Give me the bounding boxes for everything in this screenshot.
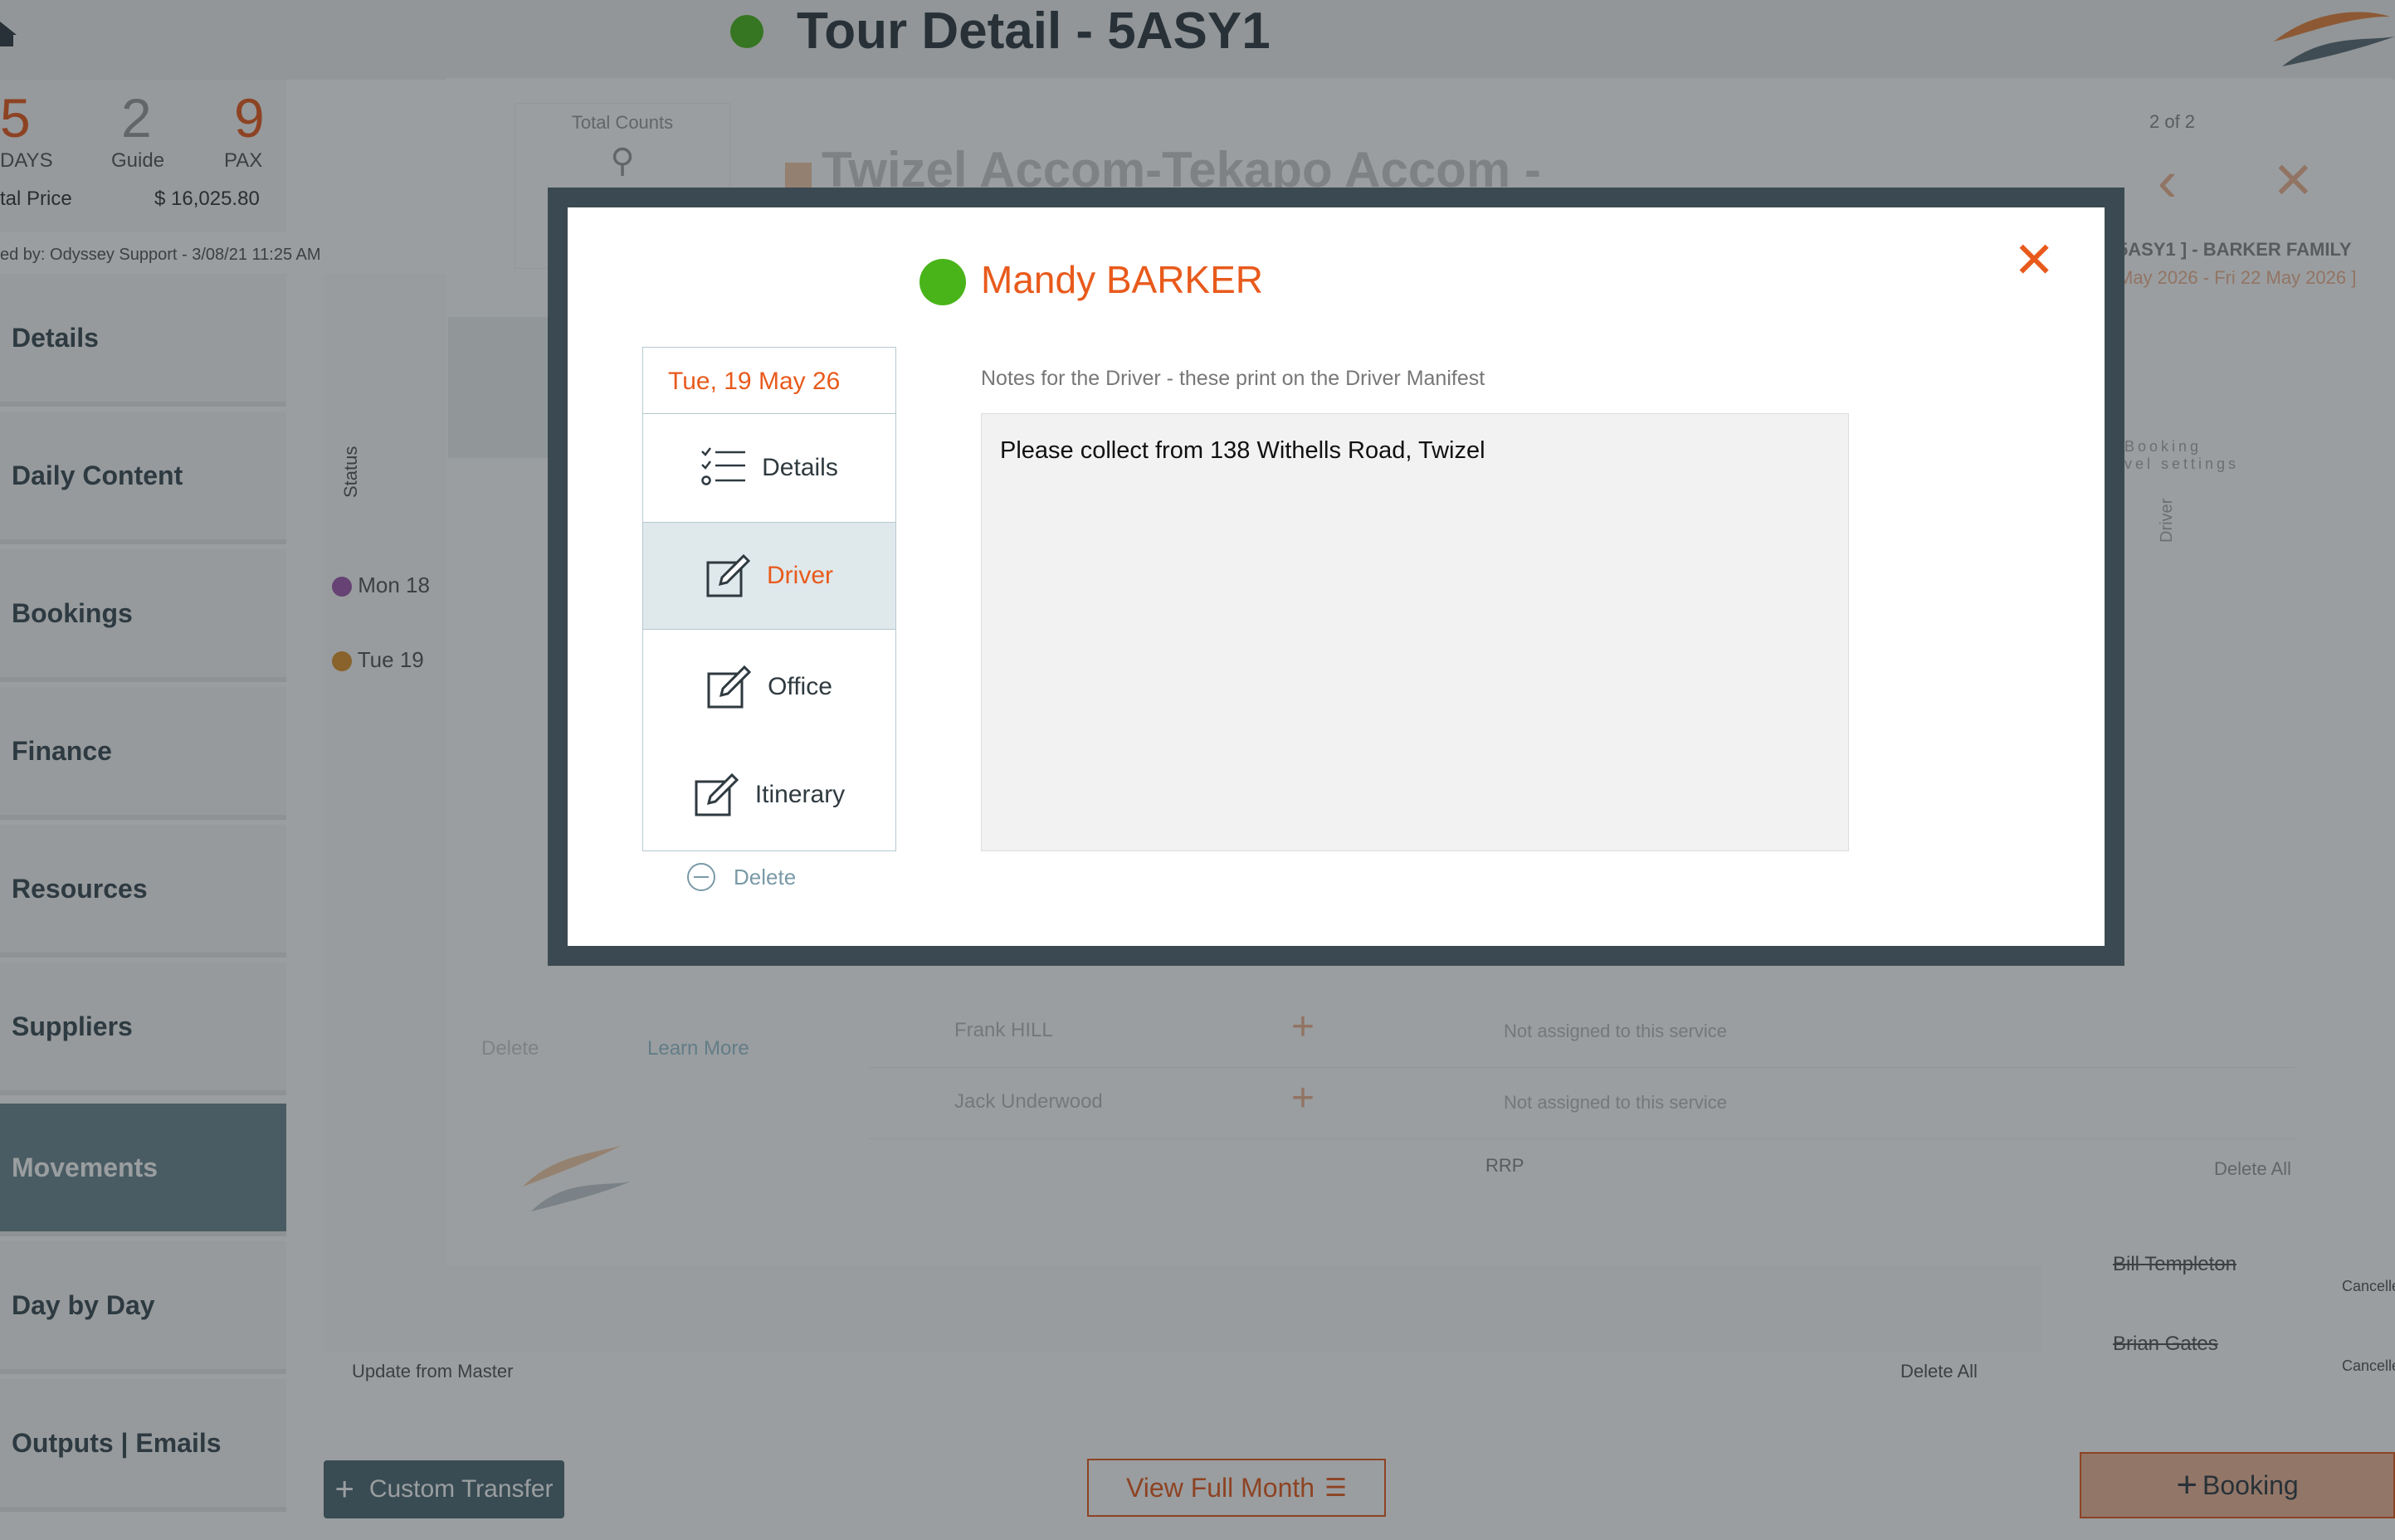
delete-label: Delete [734, 864, 797, 889]
delete-button[interactable]: Delete [685, 861, 796, 893]
driver-notes-textarea[interactable]: Please collect from 138 Withells Road, T… [981, 413, 1849, 851]
edit-icon [706, 553, 751, 597]
tab-driver[interactable]: Driver [643, 522, 895, 630]
tab-itinerary[interactable]: Itinerary [643, 741, 895, 849]
tab-office[interactable]: Office [643, 633, 895, 741]
checklist-icon [701, 447, 746, 485]
tab-label: Driver [767, 562, 833, 589]
tab-label: Details [762, 454, 838, 481]
person-name: Mandy BARKER [981, 258, 1264, 301]
edit-icon [695, 772, 739, 816]
notes-label: Notes for the Driver - these print on th… [981, 367, 1485, 390]
edit-icon [707, 665, 752, 709]
service-date: Tue, 19 May 26 [643, 348, 895, 414]
person-status-dot [919, 259, 966, 305]
tab-details[interactable]: Details [643, 414, 895, 522]
tab-label: Itinerary [754, 781, 846, 808]
minus-circle-icon [687, 863, 715, 891]
notes-side-nav: Tue, 19 May 26 Details Driver Office Iti… [642, 347, 896, 851]
close-icon[interactable]: ✕ [2013, 236, 2055, 285]
tab-label: Office [768, 673, 832, 700]
